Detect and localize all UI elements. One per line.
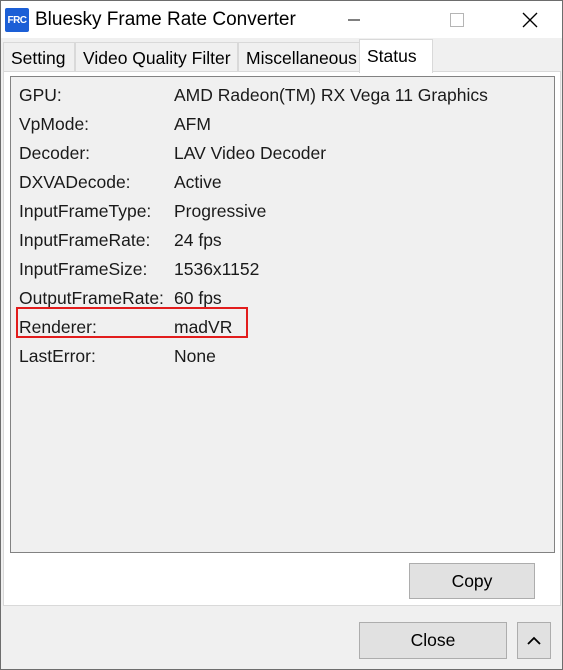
chevron-up-icon: [527, 636, 541, 645]
status-key: VpMode:: [19, 114, 90, 134]
minimize-button[interactable]: [331, 1, 377, 38]
status-value: 60 fps: [174, 288, 222, 308]
close-icon: [522, 12, 538, 27]
status-list[interactable]: GPU: AMD Radeon(TM) RX Vega 11 Graphics …: [10, 76, 555, 553]
collapse-button[interactable]: [517, 622, 551, 659]
status-value: None: [174, 346, 216, 366]
app-window: FRC Bluesky Frame Rate Converter Setting…: [0, 0, 563, 670]
app-icon: FRC: [5, 8, 29, 32]
status-key: GPU:: [19, 85, 62, 105]
status-value: AFM: [174, 114, 211, 134]
tab-setting[interactable]: Setting: [3, 42, 75, 72]
status-key: LastError:: [19, 346, 96, 366]
status-value: Active: [174, 172, 222, 192]
window-title: Bluesky Frame Rate Converter: [35, 9, 296, 30]
status-value: 1536x1152: [174, 259, 260, 279]
status-value: Progressive: [174, 201, 267, 221]
maximize-icon: [450, 12, 464, 27]
status-value: AMD Radeon(TM) RX Vega 11 Graphics: [174, 85, 488, 105]
tab-video-quality-filter[interactable]: Video Quality Filter: [75, 42, 238, 72]
close-window-button[interactable]: [507, 1, 553, 38]
status-key: InputFrameType:: [19, 201, 152, 221]
status-key: DXVADecode:: [19, 172, 131, 192]
status-value: 24 fps: [174, 230, 222, 250]
status-key: InputFrameSize:: [19, 259, 148, 279]
tab-bar: Setting Video Quality Filter Miscellaneo…: [1, 39, 562, 73]
title-bar[interactable]: FRC Bluesky Frame Rate Converter: [1, 1, 562, 38]
maximize-button[interactable]: [434, 1, 480, 38]
renderer-highlight-box: [16, 307, 248, 338]
close-button[interactable]: Close: [359, 622, 507, 659]
tab-miscellaneous[interactable]: Miscellaneous: [238, 42, 360, 72]
status-value: LAV Video Decoder: [174, 143, 327, 163]
copy-button[interactable]: Copy: [409, 563, 535, 599]
status-key: Decoder:: [19, 143, 91, 163]
status-key: OutputFrameRate:: [19, 288, 164, 308]
tab-status[interactable]: Status: [359, 39, 433, 73]
status-key: InputFrameRate:: [19, 230, 151, 250]
minimize-icon: [348, 19, 360, 20]
